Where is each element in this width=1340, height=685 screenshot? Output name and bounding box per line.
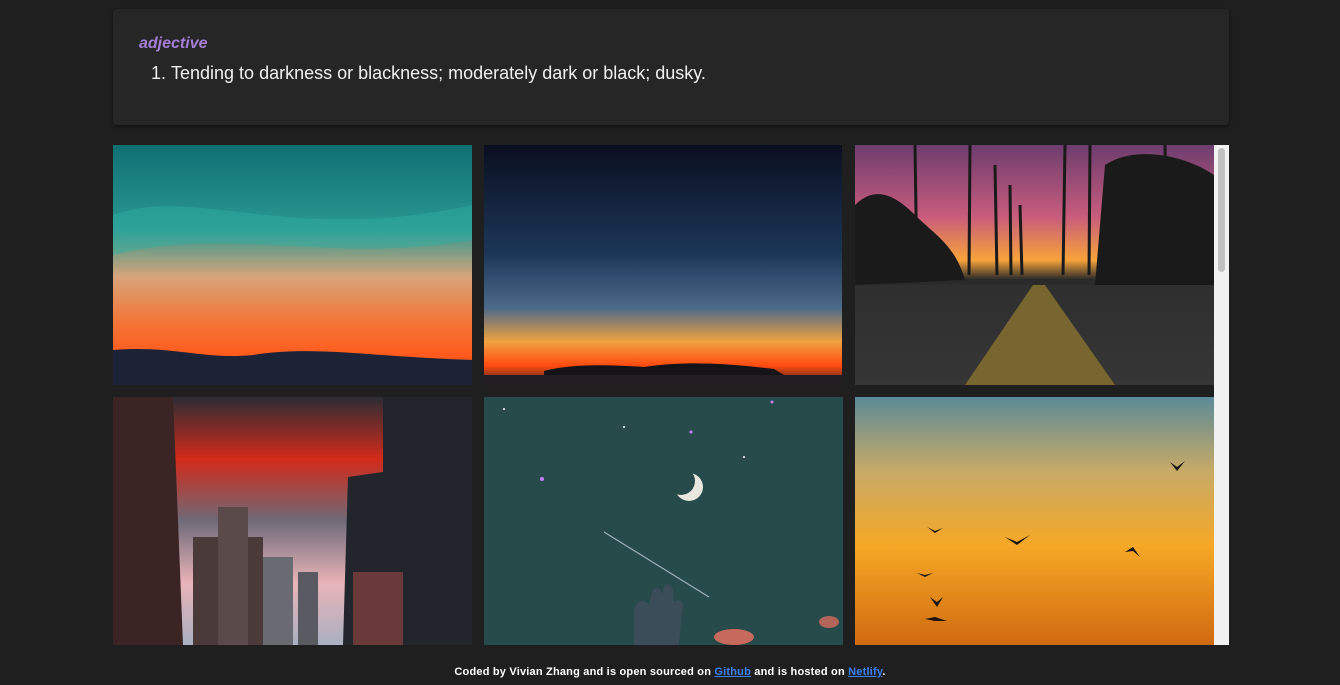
part-of-speech: adjective [139, 35, 208, 52]
netlify-link[interactable]: Netlify [848, 666, 882, 678]
gallery-scrollbar[interactable] [1214, 145, 1229, 645]
moon-hand-photo[interactable] [484, 397, 843, 645]
teal-orange-sunset-photo[interactable] [113, 145, 472, 385]
definition-item: Tending to darkness or blackness; modera… [171, 62, 1203, 84]
city-red-clouds-photo[interactable] [113, 397, 472, 645]
palm-road-sunset-photo[interactable] [855, 145, 1214, 385]
footer: Coded by Vivian Zhang and is open source… [0, 666, 1340, 678]
footer-middle: and is hosted on [751, 666, 849, 678]
night-sky-horizon-photo[interactable] [484, 145, 842, 385]
footer-prefix: Coded by Vivian Zhang and is open source… [454, 666, 715, 678]
birds-golden-sky-photo[interactable] [855, 397, 1214, 645]
definition-card: adjective Tending to darkness or blackne… [113, 9, 1229, 125]
scrollbar-thumb[interactable] [1218, 148, 1225, 272]
definition-list: Tending to darkness or blackness; modera… [139, 62, 1203, 84]
footer-suffix: . [882, 666, 886, 678]
github-link[interactable]: Github [714, 666, 751, 678]
photo-gallery[interactable] [113, 145, 1229, 645]
page: adjective Tending to darkness or blackne… [0, 0, 1340, 685]
